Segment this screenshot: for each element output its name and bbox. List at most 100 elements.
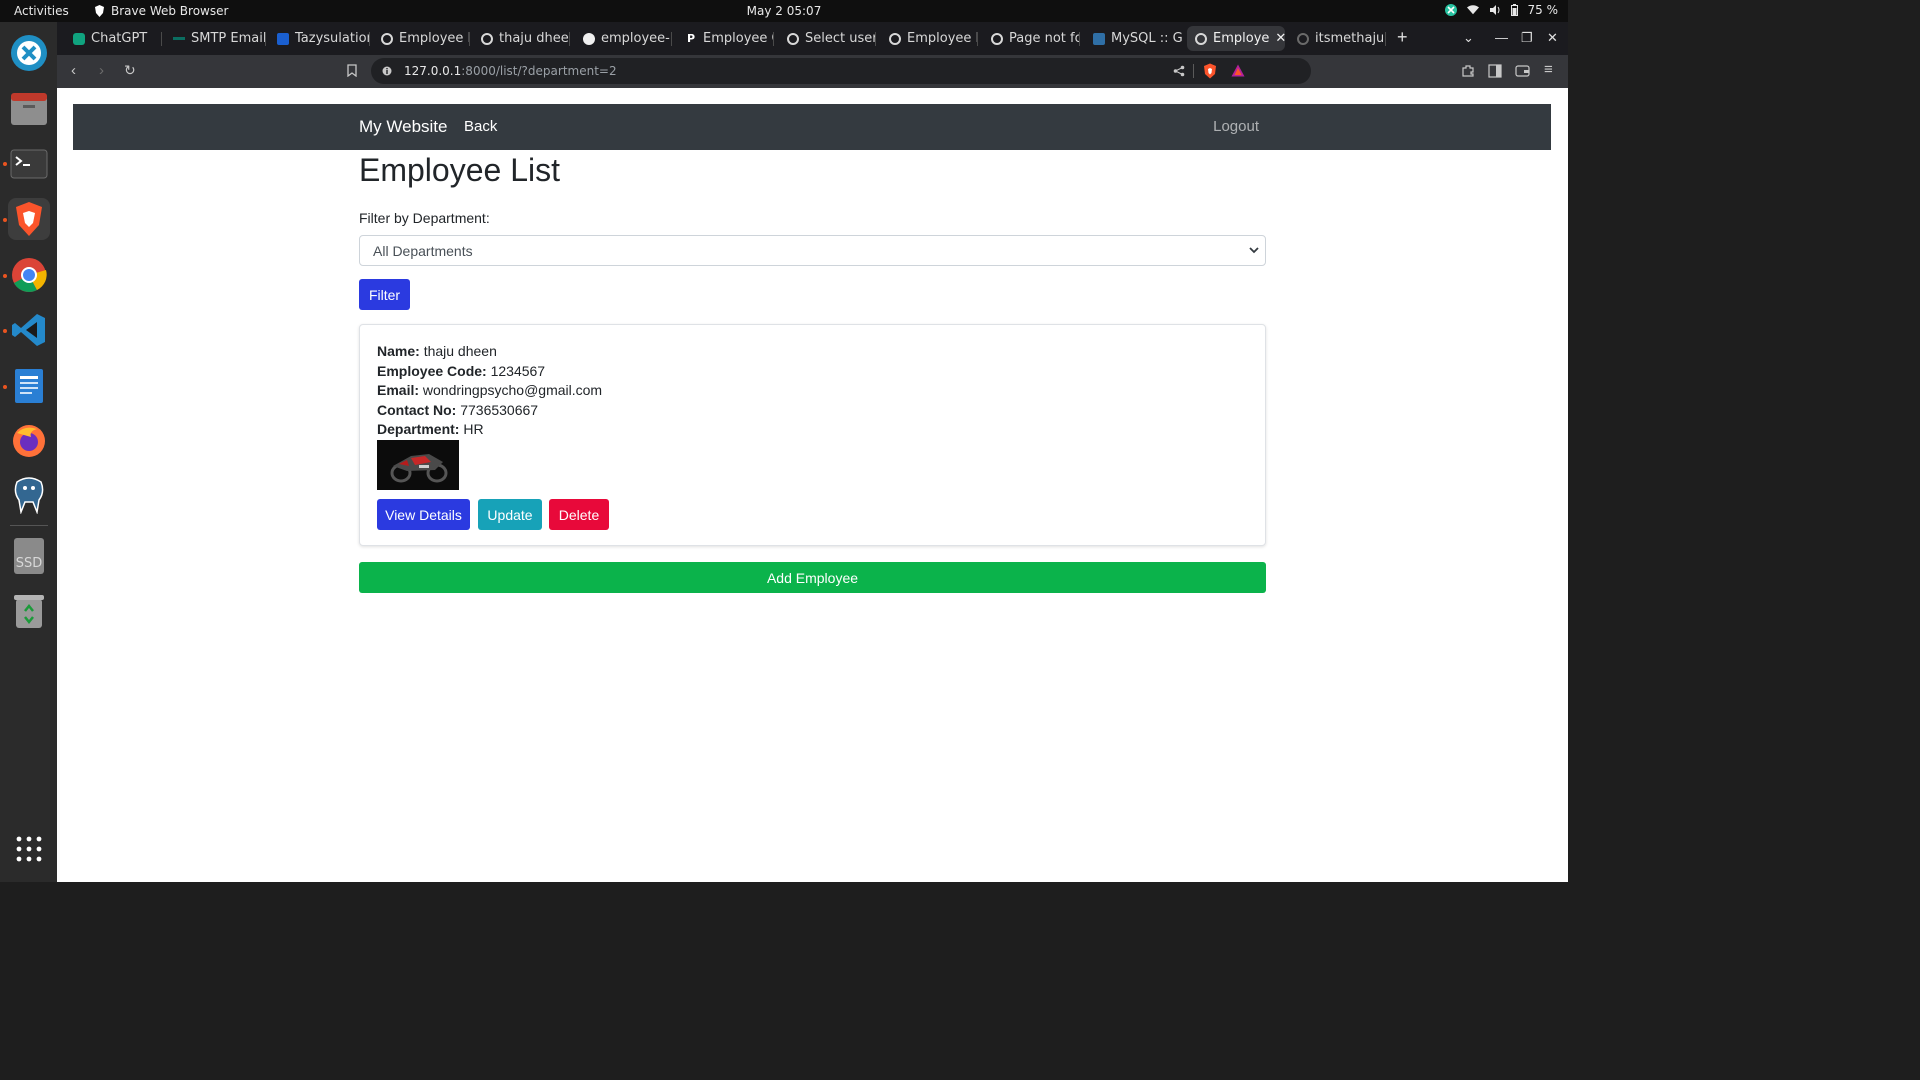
site-info-icon[interactable] <box>382 66 392 76</box>
volume-icon <box>1489 5 1499 15</box>
system-tray[interactable]: 75 % <box>1444 3 1559 17</box>
bookmark-icon[interactable] <box>347 64 357 77</box>
wallet-icon[interactable] <box>1515 64 1530 78</box>
battery-percent: 75 % <box>1527 3 1559 17</box>
github-icon <box>583 32 595 45</box>
employee-name: thaju dheen <box>423 343 497 359</box>
forward-arrow-icon[interactable]: › <box>99 62 104 79</box>
minimize-icon[interactable]: — <box>1495 30 1508 45</box>
back-link[interactable]: Back <box>464 118 497 135</box>
employee-name-label: Name: <box>377 343 420 359</box>
department-select-value: All Departments <box>373 243 473 259</box>
system-top-bar: Activities Brave Web Browser May 2 05:07… <box>0 0 1568 22</box>
app-indicator-icon[interactable] <box>1444 4 1457 16</box>
dock-item-ssd[interactable]: SSD <box>8 535 50 577</box>
tab-employee-c[interactable]: P Employee C <box>677 26 773 51</box>
globe-icon <box>381 32 393 45</box>
dock-item-files[interactable] <box>8 88 50 130</box>
trash-icon <box>14 595 44 628</box>
dock-item-firefox[interactable] <box>8 420 50 462</box>
dock-item-trash[interactable] <box>8 590 50 632</box>
github-icon <box>1297 32 1309 45</box>
tab-itsmethaju[interactable]: itsmethaju/ <box>1289 26 1383 51</box>
tab-thaju-dheen[interactable]: thaju dheen <box>473 26 569 51</box>
logout-link[interactable]: Logout <box>1213 118 1259 135</box>
globe-icon <box>991 32 1003 45</box>
ssd-drive-icon: SSD <box>14 538 44 574</box>
url-path: :8000/list/?department=2 <box>461 64 617 78</box>
employee-contact-row: Contact No: 7736530667 <box>377 402 538 418</box>
dock-item-pgadmin[interactable] <box>8 474 50 516</box>
address-bar[interactable]: 127.0.0.1:8000/list/?department=2 <box>371 58 1311 84</box>
mysql-icon <box>1093 32 1105 45</box>
dock: SSD <box>0 22 57 882</box>
add-employee-button[interactable]: Add Employee <box>359 562 1266 593</box>
tab-chatgpt[interactable]: ChatGPT <box>65 26 161 51</box>
url-text[interactable]: 127.0.0.1:8000/list/?department=2 <box>404 64 617 78</box>
site-navbar: My Website Back Logout <box>73 104 1551 150</box>
sidebar-icon[interactable] <box>1488 64 1502 78</box>
vscode-icon <box>12 314 45 346</box>
chrome-icon <box>12 258 47 292</box>
employee-contact-label: Contact No: <box>377 402 457 418</box>
tab-search-chevron-icon[interactable]: ⌄ <box>1463 30 1474 46</box>
delete-button[interactable]: Delete <box>549 499 609 530</box>
brave-rewards-icon[interactable] <box>1231 64 1245 77</box>
tab-employee-m[interactable]: employee-m <box>575 26 671 51</box>
tab-tazysulation[interactable]: Tazysulation <box>269 26 369 51</box>
globe-icon <box>889 32 901 45</box>
close-window-icon[interactable]: ✕ <box>1547 30 1558 46</box>
reload-icon[interactable]: ↻ <box>124 62 136 79</box>
tab-mysql[interactable]: MySQL :: Ge <box>1085 26 1183 51</box>
tab-employee-l[interactable]: Employee L <box>881 26 977 51</box>
back-arrow-icon[interactable]: ‹ <box>71 62 76 79</box>
new-tab-icon[interactable]: + <box>1397 27 1408 48</box>
tab-label: Page not fo <box>1009 31 1079 46</box>
employee-contact: 7736530667 <box>460 402 539 418</box>
tab-label: ChatGPT <box>91 31 148 46</box>
tab-label: Employee L <box>907 31 977 46</box>
tab-employee-active[interactable]: Employe ✕ <box>1187 26 1285 51</box>
tab-smtp-email[interactable]: SMTP Email <box>165 26 265 51</box>
page-title: Employee List <box>359 152 560 188</box>
employee-card: Name: thaju dheen Employee Code: 1234567… <box>359 324 1266 546</box>
firefox-icon <box>13 425 45 457</box>
dock-item-vscode[interactable] <box>8 309 50 351</box>
wifi-icon <box>1466 5 1479 15</box>
view-details-button[interactable]: View Details <box>377 499 470 530</box>
close-tab-icon[interactable]: ✕ <box>1275 31 1285 46</box>
tab-select-user[interactable]: Select user <box>779 26 875 51</box>
update-button[interactable]: Update <box>478 499 542 530</box>
tab-label: itsmethaju/ <box>1315 31 1383 46</box>
browser-toolbar: ‹ › ↻ 127.0.0.1:8000/list/?department=2 … <box>57 55 1568 88</box>
clock[interactable]: May 2 05:07 <box>0 4 1568 18</box>
dock-item-writer[interactable] <box>8 365 50 407</box>
site-brand-link[interactable]: My Website <box>359 117 448 137</box>
terminal-icon <box>10 149 48 179</box>
employee-photo <box>377 440 459 490</box>
brave-icon <box>16 202 42 236</box>
dock-item-brave[interactable] <box>8 198 50 240</box>
tab-employee-d[interactable]: Employee D <box>373 26 469 51</box>
restore-icon[interactable]: ❐ <box>1521 30 1533 46</box>
employee-code-row: Employee Code: 1234567 <box>377 363 545 379</box>
employee-department-row: Department: HR <box>377 421 484 437</box>
share-icon[interactable] <box>1173 65 1185 77</box>
dock-item-terminal[interactable] <box>8 143 50 185</box>
brave-shields-icon[interactable] <box>1203 63 1217 79</box>
tab-label: Employee D <box>399 31 469 46</box>
tab-label: Employee C <box>703 31 773 46</box>
extensions-icon[interactable] <box>1461 64 1475 78</box>
department-select[interactable]: All Departments <box>359 235 1266 266</box>
filter-button[interactable]: Filter <box>359 279 410 310</box>
menu-icon[interactable]: ≡ <box>1544 61 1553 78</box>
tab-label: thaju dheen <box>499 31 569 46</box>
dock-item-show-apps[interactable] <box>8 828 50 870</box>
dock-item-software[interactable] <box>8 32 50 74</box>
dock-item-chrome[interactable] <box>8 254 50 296</box>
tab-page-not-found[interactable]: Page not fo <box>983 26 1079 51</box>
battery-icon <box>1510 4 1518 16</box>
pgadmin-icon <box>14 477 44 514</box>
tab-label: employee-m <box>601 31 671 46</box>
ssd-label: SSD <box>15 556 43 571</box>
